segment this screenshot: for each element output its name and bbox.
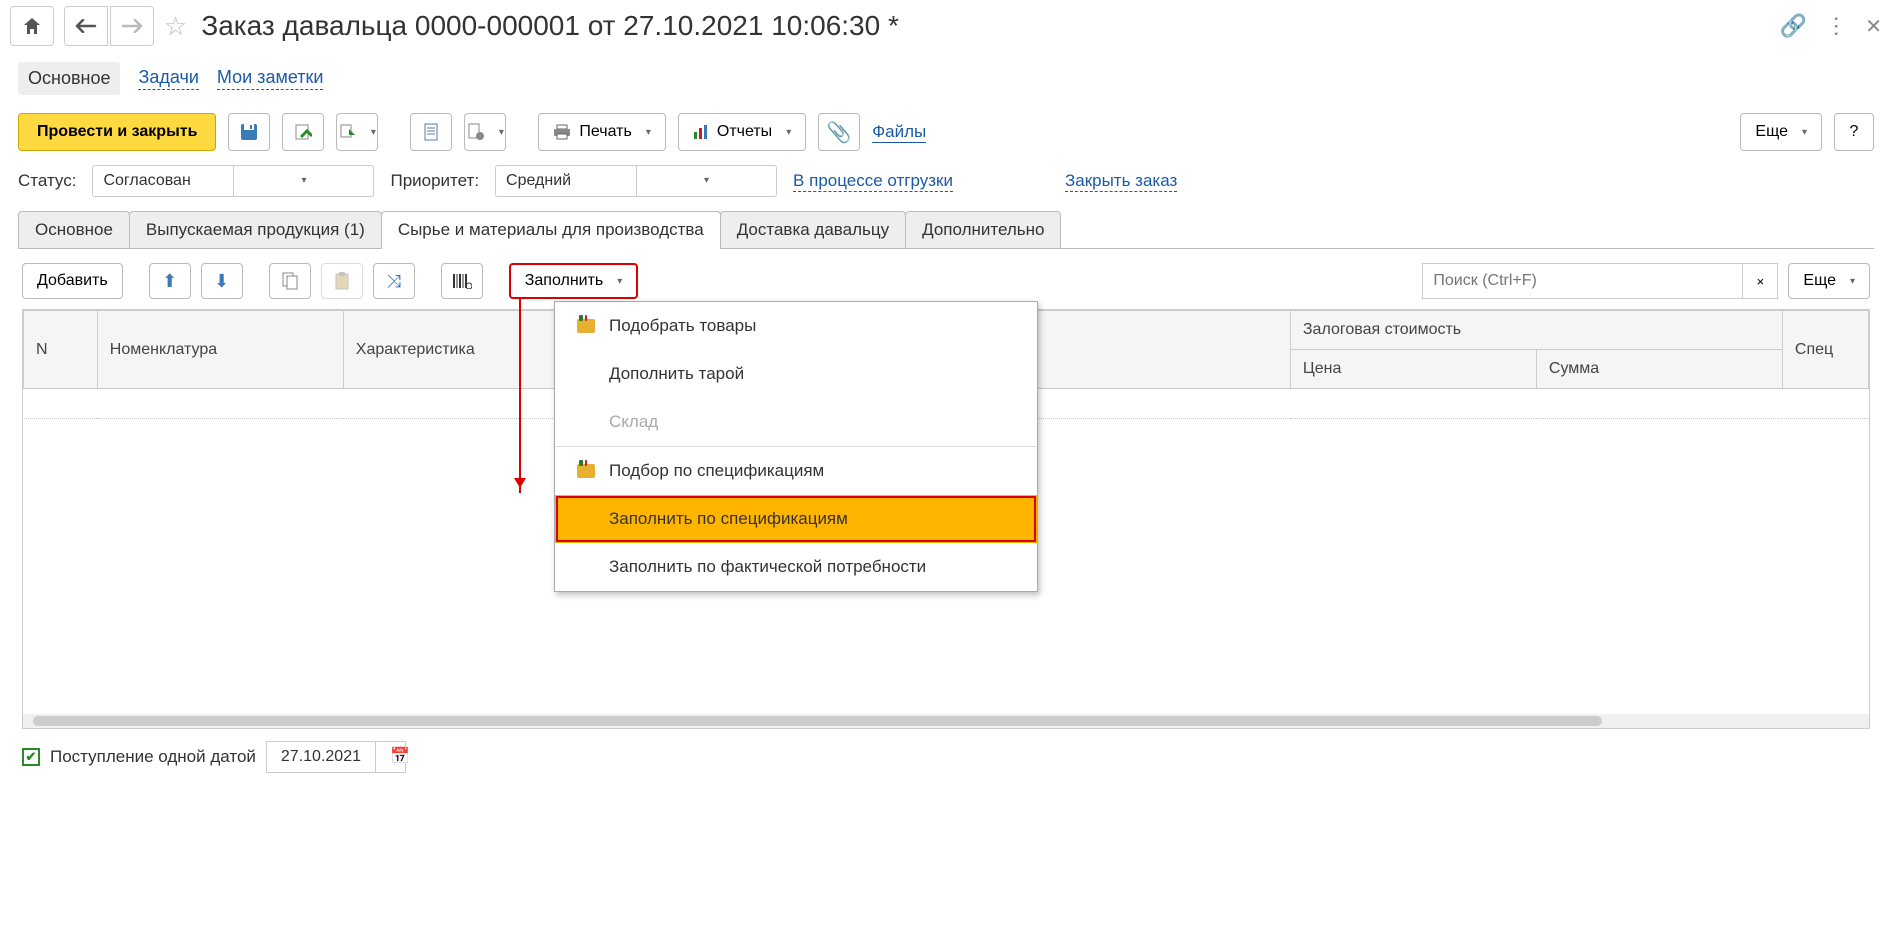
create-based-on-button[interactable] <box>336 113 378 151</box>
more-button[interactable]: Еще <box>1740 113 1822 151</box>
favorite-star-icon[interactable]: ☆ <box>164 11 187 42</box>
chart-icon <box>693 124 709 140</box>
print-button[interactable]: Печать <box>538 113 665 151</box>
search-input[interactable] <box>1422 263 1742 299</box>
shipping-process-link[interactable]: В процессе отгрузки <box>793 171 953 192</box>
dd-add-packaging[interactable]: Дополнить тарой <box>555 350 1037 398</box>
split-icon: ⤨ <box>387 271 401 292</box>
dd-warehouse: Склад <box>555 398 1037 446</box>
barcode-button[interactable] <box>441 263 483 299</box>
folder-icon <box>577 319 595 333</box>
tab-output-products[interactable]: Выпускаемая продукция (1) <box>129 211 382 248</box>
receipt-date-input[interactable]: 27.10.2021 📅 <box>266 741 406 773</box>
dd-pick-by-spec[interactable]: Подбор по спецификациям <box>555 447 1037 495</box>
col-nomenclature[interactable]: Номенклатура <box>97 311 343 389</box>
dd-fill-by-demand[interactable]: Заполнить по фактической потребности <box>555 543 1037 591</box>
col-price[interactable]: Цена <box>1290 350 1536 389</box>
chevron-down-icon: ▾ <box>636 166 776 196</box>
fill-dropdown-menu: Подобрать товары Дополнить тарой Склад П… <box>554 301 1038 592</box>
reports-button[interactable]: Отчеты <box>678 113 806 151</box>
add-row-button[interactable]: Добавить <box>22 263 123 299</box>
create-based-on-icon <box>339 123 357 141</box>
paste-button[interactable] <box>321 263 363 299</box>
copy-button[interactable] <box>269 263 311 299</box>
nav-main[interactable]: Основное <box>18 62 120 95</box>
document-gear-icon <box>467 123 485 141</box>
page-title: Заказ давальца 0000-000001 от 27.10.2021… <box>201 10 899 42</box>
col-sum[interactable]: Сумма <box>1536 350 1782 389</box>
move-down-button[interactable]: ⬇ <box>201 263 243 299</box>
close-icon[interactable]: ✕ <box>1865 14 1882 39</box>
forward-button[interactable] <box>110 6 154 46</box>
tab-delivery[interactable]: Доставка давальцу <box>720 211 906 248</box>
close-order-link[interactable]: Закрыть заказ <box>1065 171 1177 192</box>
folder-icon <box>577 464 595 478</box>
status-select[interactable]: Согласован ▾ <box>92 165 374 197</box>
chevron-down-icon: ▾ <box>233 166 373 196</box>
col-deposit[interactable]: Залоговая стоимость <box>1290 311 1782 350</box>
priority-select[interactable]: Средний ▾ <box>495 165 777 197</box>
home-button[interactable] <box>10 6 54 46</box>
document-settings-button[interactable] <box>464 113 506 151</box>
help-button[interactable]: ? <box>1834 113 1874 151</box>
post-icon <box>294 123 312 141</box>
arrow-left-icon <box>75 19 97 33</box>
home-icon <box>22 17 42 35</box>
col-characteristic[interactable]: Характеристика <box>343 311 589 389</box>
status-label: Статус: <box>18 171 76 191</box>
document-icon <box>423 123 439 141</box>
arrow-up-icon: ⬆ <box>162 271 177 292</box>
post-button[interactable] <box>282 113 324 151</box>
callout-arrow <box>519 297 521 493</box>
split-button[interactable]: ⤨ <box>373 263 415 299</box>
inner-more-button[interactable]: Еще <box>1788 263 1870 299</box>
paperclip-icon: 📎 <box>827 120 852 145</box>
fill-button[interactable]: Заполнить <box>509 263 639 299</box>
tab-additional[interactable]: Дополнительно <box>905 211 1061 248</box>
print-icon <box>553 124 571 140</box>
search-clear-button[interactable]: × <box>1742 263 1778 299</box>
paste-icon <box>334 272 350 290</box>
col-spec[interactable]: Спец <box>1782 311 1868 389</box>
horizontal-scrollbar[interactable] <box>23 714 1869 728</box>
single-date-checkbox[interactable]: ✔ <box>22 748 40 766</box>
nav-tasks[interactable]: Задачи <box>138 67 198 90</box>
col-n[interactable]: N <box>24 311 98 389</box>
dd-fill-by-spec[interactable]: Заполнить по спецификациям <box>555 495 1037 543</box>
nav-notes[interactable]: Мои заметки <box>217 67 324 90</box>
barcode-icon <box>452 273 472 289</box>
back-button[interactable] <box>64 6 108 46</box>
copy-icon <box>282 272 298 290</box>
arrow-right-icon <box>121 19 143 33</box>
save-button[interactable] <box>228 113 270 151</box>
move-up-button[interactable]: ⬆ <box>149 263 191 299</box>
tab-raw-materials[interactable]: Сырье и материалы для производства <box>381 211 721 248</box>
kebab-menu-icon[interactable]: ⋮ <box>1825 13 1847 39</box>
post-and-close-button[interactable]: Провести и закрыть <box>18 113 216 151</box>
link-icon[interactable]: 🔗 <box>1780 13 1807 39</box>
tab-main[interactable]: Основное <box>18 211 130 248</box>
arrow-down-icon: ⬇ <box>214 271 229 292</box>
single-date-label: Поступление одной датой <box>50 747 256 767</box>
dd-pick-goods[interactable]: Подобрать товары <box>555 302 1037 350</box>
calendar-icon[interactable]: 📅 <box>375 742 405 772</box>
attach-button[interactable]: 📎 <box>818 113 860 151</box>
priority-label: Приоритет: <box>390 171 479 191</box>
save-icon <box>240 123 258 141</box>
document-list-button[interactable] <box>410 113 452 151</box>
files-link[interactable]: Файлы <box>872 122 926 143</box>
